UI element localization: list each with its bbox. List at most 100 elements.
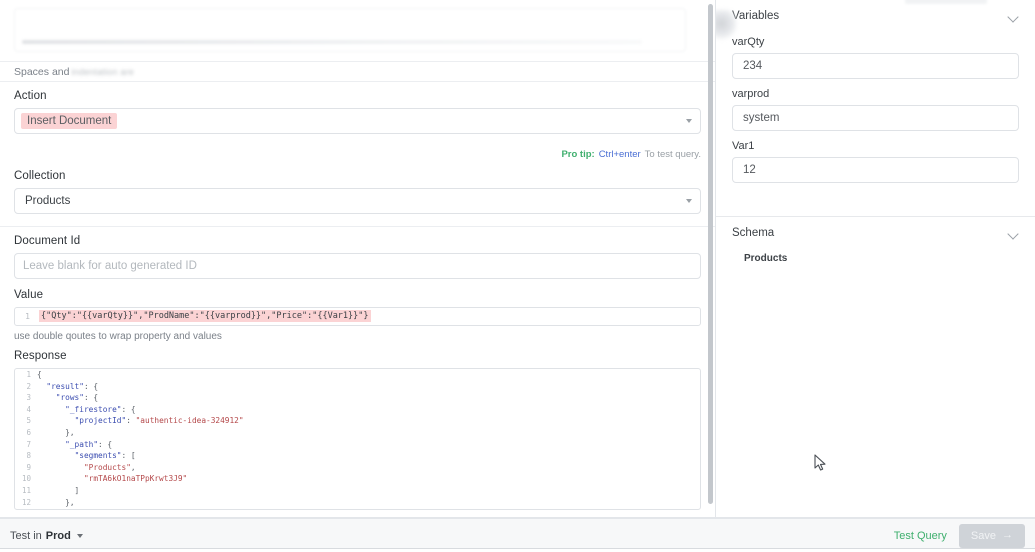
- chevron-down-icon[interactable]: [1008, 228, 1019, 239]
- response-line-number: 12: [21, 497, 31, 507]
- chevron-down-icon: [686, 119, 692, 123]
- response-code-line: 12 },: [15, 497, 700, 509]
- response-code-line: 2 "result": {: [15, 381, 700, 393]
- response-line-number: 2: [26, 381, 31, 391]
- test-query-button[interactable]: Test Query: [894, 530, 947, 542]
- editor-body: Spaces and indentation are Action Insert…: [0, 0, 1035, 518]
- variables-list: varQty 234 varprod system Var1 12: [732, 36, 1019, 183]
- schema-panel-header[interactable]: Schema: [732, 217, 1019, 249]
- variable-row: Var1 12: [732, 140, 1019, 183]
- response-line-number: 1: [26, 370, 31, 379]
- response-line-number: 3: [26, 393, 31, 403]
- schema-title: Schema: [732, 227, 775, 239]
- scrolled-off-block: [0, 0, 715, 62]
- response-label: Response: [14, 350, 67, 362]
- response-line-number: 11: [21, 485, 31, 495]
- blurred-text-ghost: [22, 40, 642, 44]
- spaces-note-blurred-text: indentation are: [71, 66, 135, 77]
- side-blurred-ghost: [716, 10, 736, 40]
- chevron-down-icon[interactable]: [1008, 11, 1019, 22]
- document-id-label: Document Id: [14, 235, 81, 247]
- response-code-line: 9 "Products",: [15, 462, 700, 474]
- response-code-line: 5 "projectId": "authentic-idea-324912": [15, 415, 700, 427]
- environment-value: Prod: [45, 529, 71, 542]
- response-code-line: 7 "_path": {: [15, 439, 700, 451]
- document-id-section: Document Id Leave blank for auto generat…: [0, 227, 715, 283]
- footer-bar: Test in Prod Test Query Save →: [0, 518, 1035, 552]
- spaces-note-text: Spaces and: [14, 65, 70, 78]
- action-label: Action: [14, 90, 47, 102]
- pro-tip-label: Pro tip:: [561, 148, 595, 160]
- value-code-highlight: {"Qty":"{{varQty}}","ProdName":"{{varpro…: [39, 310, 371, 322]
- response-line-number: 4: [26, 404, 31, 414]
- response-line-text: "result": {: [46, 381, 99, 391]
- save-button[interactable]: Save →: [958, 523, 1025, 548]
- value-code-editor[interactable]: 1 {"Qty":"{{varQty}}","ProdName":"{{varp…: [14, 307, 701, 326]
- variables-title: Variables: [732, 10, 780, 22]
- action-selected-value: Insert Document: [21, 113, 118, 129]
- variable-value: 234: [743, 60, 763, 72]
- response-line-text: "rows": {: [55, 393, 99, 403]
- collection-label: Collection: [14, 170, 66, 182]
- variable-value-input[interactable]: 12: [732, 157, 1019, 183]
- response-code-line: 4 "_firestore": {: [15, 404, 700, 416]
- schema-collection-item[interactable]: Products: [732, 249, 1019, 264]
- left-pane-scroll-thumb[interactable]: [708, 4, 713, 504]
- query-editor-app: Spaces and indentation are Action Insert…: [0, 0, 1035, 552]
- caret-down-icon: [76, 533, 83, 538]
- variable-value-input[interactable]: system: [732, 105, 1019, 131]
- response-line-number: 8: [26, 451, 31, 461]
- query-config-scroll[interactable]: Spaces and indentation are Action Insert…: [0, 0, 715, 517]
- action-select[interactable]: Insert Document: [14, 108, 701, 134]
- value-line-number: 1: [25, 312, 30, 321]
- left-pane-scrollbar[interactable]: [708, 4, 713, 510]
- variable-value-input[interactable]: 234: [732, 53, 1019, 79]
- variable-name: varQty: [732, 36, 765, 48]
- variable-row: varQty 234: [732, 36, 1019, 79]
- response-line-number: 10: [21, 474, 31, 484]
- document-id-input[interactable]: Leave blank for auto generated ID: [14, 253, 701, 279]
- pro-tip-shortcut: Ctrl+enter: [598, 148, 641, 160]
- schema-panel: Schema Products: [716, 217, 1035, 274]
- response-line-text: {: [37, 370, 42, 379]
- collection-select[interactable]: Products: [14, 188, 701, 214]
- collection-selected-value: Products: [25, 195, 71, 207]
- document-id-placeholder: Leave blank for auto generated ID: [23, 260, 197, 272]
- response-line-text: ]: [37, 485, 80, 495]
- response-code-line: 11 ]: [15, 485, 700, 497]
- pro-tip: Pro tip: Ctrl+enter To test query.: [0, 146, 715, 162]
- response-line-text: },: [37, 497, 75, 507]
- response-line-text: "projectId": "authentic-idea-324912": [74, 416, 244, 426]
- response-line-text: "rmTA6kO1naTPpKrwt3J9": [83, 474, 188, 484]
- response-code-line: 6 },: [15, 427, 700, 439]
- action-section: Action Insert Document: [0, 82, 715, 146]
- variable-value: 12: [743, 164, 756, 176]
- response-code-line: 8 "segments": [: [15, 450, 700, 462]
- variable-value: system: [743, 112, 780, 124]
- response-viewer[interactable]: 1{2 "result": {3 "rows": {4 "_firestore"…: [14, 368, 701, 510]
- response-line-text: "_firestore": {: [65, 404, 136, 414]
- arrow-right-icon: →: [1002, 529, 1013, 541]
- value-label: Value: [14, 289, 44, 301]
- variables-panel: Variables varQty 234 varprod system Var1 12: [716, 0, 1035, 217]
- value-code-line: 1 {"Qty":"{{varQty}}","ProdName":"{{varp…: [15, 308, 700, 325]
- response-line-number: 5: [26, 416, 31, 426]
- response-line-text: "segments": [: [74, 451, 136, 461]
- spaces-note: Spaces and indentation are: [0, 62, 715, 82]
- blurred-field-ghost: [14, 8, 686, 52]
- response-line-text: "_path": {: [65, 439, 113, 449]
- response-code-line: 3 "rows": {: [15, 392, 700, 404]
- query-config-pane: Spaces and indentation are Action Insert…: [0, 0, 716, 517]
- value-code-text: {"Qty":"{{varQty}}","ProdName":"{{varpro…: [35, 308, 371, 325]
- response-line-number: 6: [26, 427, 31, 437]
- page-bottom-edge: [0, 548, 1035, 552]
- environment-selector[interactable]: Test in Prod: [10, 530, 83, 542]
- variables-panel-header[interactable]: Variables: [732, 0, 1019, 32]
- response-section: Response 1{2 "result": {3 "rows": {4 "_f…: [0, 348, 715, 517]
- variable-name: Var1: [732, 140, 755, 152]
- top-blurred-ghost: [905, 0, 987, 4]
- test-in-label: Test in: [10, 529, 42, 542]
- response-code-line: 10 "rmTA6kO1naTPpKrwt3J9": [15, 473, 700, 485]
- side-panel: Variables varQty 234 varprod system Var1 12 S…: [716, 0, 1035, 517]
- response-line-text: "Products",: [83, 462, 136, 472]
